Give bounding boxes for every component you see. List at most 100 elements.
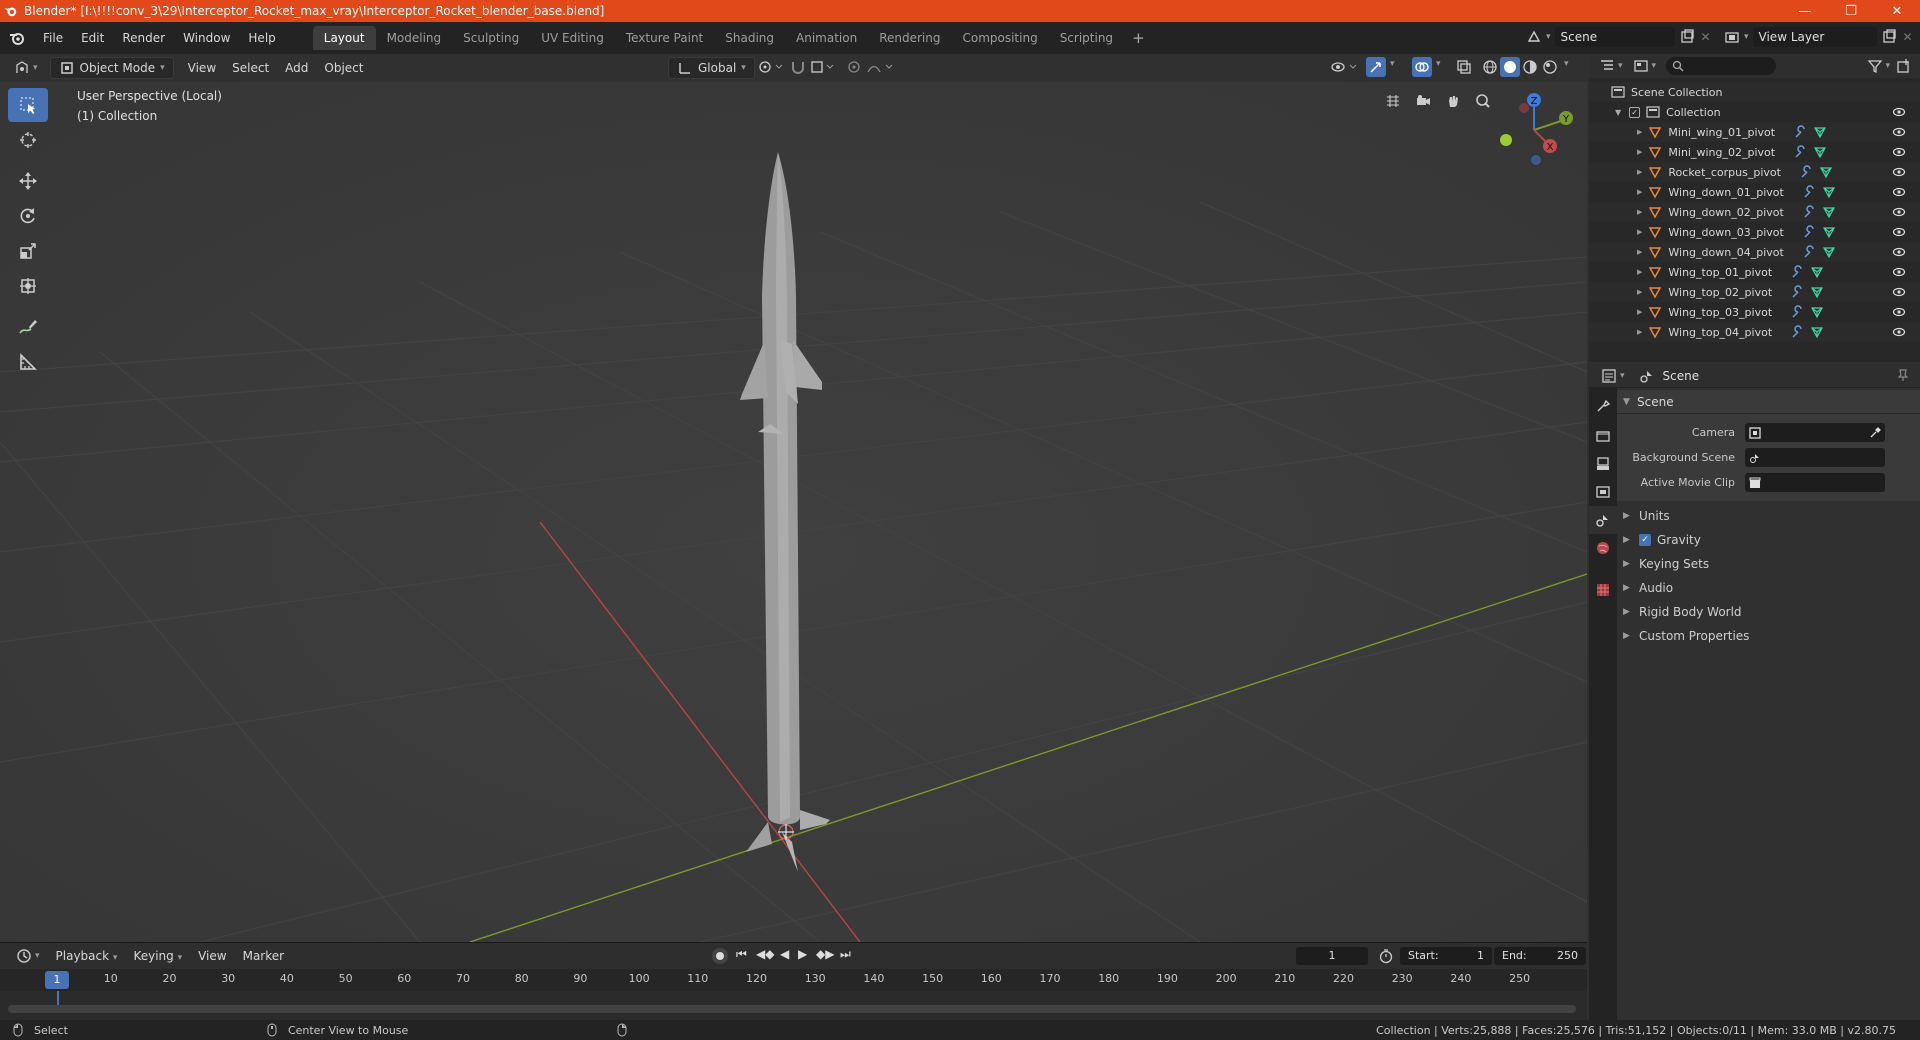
shading-wireframe-icon[interactable] [1482,59,1498,78]
camera-field[interactable] [1745,423,1885,442]
annotate-tool[interactable] [8,310,48,344]
modifier-wrench-icon[interactable] [1799,165,1813,179]
jump-start-icon[interactable]: ⏮ [736,947,747,962]
tab-render-icon[interactable] [1589,422,1617,450]
new-collection-icon[interactable] [1896,58,1912,77]
jump-end-icon[interactable]: ⏭ [840,947,851,962]
units-panel[interactable]: ▶ Units [1617,504,1920,528]
proportional-editing-icon[interactable] [846,59,896,78]
next-keyframe-icon[interactable]: ◆▶ [816,947,834,961]
outliner-item-wing-down-02-pivot[interactable]: ▶ Wing_down_02_pivot [1589,202,1920,222]
menu-timeline-view[interactable]: View [190,945,234,967]
outliner-item-wing-down-03-pivot[interactable]: ▶ Wing_down_03_pivot [1589,222,1920,242]
scale-tool[interactable] [8,234,48,268]
3d-viewport[interactable]: User Perspective (Local) (1) Collection … [0,82,1587,942]
xray-toggle-icon[interactable] [1456,59,1472,78]
eye-icon[interactable] [1892,105,1906,119]
menu-object[interactable]: Object [316,57,371,79]
mesh-data-icon[interactable] [1819,165,1833,179]
timeline-ruler[interactable]: 10 20 30 40 50 60 70 80 90 100 110 120 130 140 150 160 1… [0,969,1587,991]
chevron-down-icon[interactable]: ▼ [1615,108,1621,117]
audio-panel[interactable]: ▶ Audio [1617,576,1920,600]
mesh-data-icon[interactable] [1822,245,1836,259]
outliner-item-wing-down-04-pivot[interactable]: ▶ Wing_down_04_pivot [1589,242,1920,262]
outliner-scene-collection[interactable]: Scene Collection [1589,82,1920,102]
outliner-item-wing-top-01-pivot[interactable]: ▶ Wing_top_01_pivot [1589,262,1920,282]
mesh-data-icon[interactable] [1810,285,1824,299]
eye-icon[interactable] [1892,125,1906,139]
shading-rendered-icon[interactable] [1542,59,1558,78]
tab-tool-icon[interactable] [1589,392,1617,420]
chevron-right-icon[interactable]: ▶ [1637,128,1642,136]
chevron-right-icon[interactable]: ▶ [1637,328,1642,336]
modifier-wrench-icon[interactable] [1790,305,1804,319]
menu-view[interactable]: View [180,57,224,79]
tab-world-icon[interactable] [1589,534,1617,562]
chevron-right-icon[interactable]: ▶ [1637,208,1642,216]
keying-sets-panel[interactable]: ▶ Keying Sets [1617,552,1920,576]
mesh-data-icon[interactable] [1813,145,1827,159]
outliner-editor-type-button[interactable]: ▾ [1599,58,1623,74]
tab-modeling[interactable]: Modeling [376,26,453,50]
close-button[interactable]: ✕ [1874,0,1920,22]
rigid-body-world-panel[interactable]: ▶ Rigid Body World [1617,600,1920,624]
eye-icon[interactable] [1892,265,1906,279]
chevron-right-icon[interactable]: ▶ [1637,248,1642,256]
blender-menu-icon[interactable] [0,30,34,46]
view-layer-name-field[interactable]: View Layer [1752,27,1877,47]
modifier-wrench-icon[interactable] [1802,225,1816,239]
zoom-view-icon[interactable] [1470,88,1496,114]
collection-checkbox[interactable]: ✓ [1629,106,1641,118]
gravity-panel[interactable]: ▶ ✓ Gravity [1617,528,1920,552]
gizmo-toggle-icon[interactable] [1366,57,1386,77]
tab-shading[interactable]: Shading [714,26,785,50]
eye-icon[interactable] [1892,205,1906,219]
tab-scripting[interactable]: Scripting [1049,26,1124,50]
tab-texture-icon[interactable] [1589,576,1617,604]
menu-select[interactable]: Select [224,57,277,79]
tab-animation[interactable]: Animation [785,26,868,50]
navigation-gizmo[interactable]: Z Y X [1494,88,1578,172]
tab-rendering[interactable]: Rendering [868,26,951,50]
outliner-item-rocket-corpus-pivot[interactable]: ▶ Rocket_corpus_pivot [1589,162,1920,182]
editor-type-button[interactable]: ▾ [6,57,46,79]
tab-sculpting[interactable]: Sculpting [452,26,530,50]
timeline-scrollbar[interactable] [8,1005,1576,1013]
shading-solid-icon[interactable] [1500,57,1520,77]
mesh-data-icon[interactable] [1810,305,1824,319]
camera-view-icon[interactable] [1410,88,1436,114]
modifier-wrench-icon[interactable] [1802,245,1816,259]
current-frame-field[interactable]: 1 [1296,947,1368,965]
display-mode-button[interactable]: ▾ [1633,58,1656,74]
outliner-item-wing-top-02-pivot[interactable]: ▶ Wing_top_02_pivot [1589,282,1920,302]
active-movie-clip-field[interactable] [1745,473,1885,492]
outliner-collection[interactable]: ▼ ✓ Collection [1589,102,1920,122]
menu-keying[interactable]: Keying ▾ [125,945,190,967]
start-frame-field[interactable]: Start: 1 [1400,947,1492,965]
add-workspace-button[interactable]: + [1124,29,1153,47]
tab-view-layer-icon[interactable] [1589,478,1617,506]
modifier-wrench-icon[interactable] [1793,145,1807,159]
background-scene-field[interactable] [1745,448,1885,467]
pin-icon[interactable] [1896,368,1910,385]
tab-uv-editing[interactable]: UV Editing [530,26,615,50]
menu-file[interactable]: File [34,22,72,54]
stopwatch-icon[interactable] [1378,948,1394,967]
tab-scene-icon[interactable] [1589,506,1617,534]
transform-tool[interactable] [8,269,48,303]
mesh-data-icon[interactable] [1822,185,1836,199]
chevron-right-icon[interactable]: ▶ [1637,288,1642,296]
scene-panel-header[interactable]: ▼ Scene [1617,390,1920,414]
prev-keyframe-icon[interactable]: ◀◆ [756,947,774,961]
pivot-point-icon[interactable] [758,59,784,78]
mesh-data-icon[interactable] [1822,205,1836,219]
end-frame-field[interactable]: End: 250 [1494,947,1586,965]
properties-editor-type-button[interactable]: ▾ [1601,368,1625,384]
remove-view-layer-icon[interactable]: ✕ [1903,30,1913,44]
outliner-item-mini-wing-02-pivot[interactable]: ▶ Mini_wing_02_pivot [1589,142,1920,162]
modifier-wrench-icon[interactable] [1790,265,1804,279]
eye-icon[interactable] [1892,185,1906,199]
eye-icon[interactable] [1892,305,1906,319]
menu-playback[interactable]: Playback ▾ [48,945,126,967]
menu-edit[interactable]: Edit [72,22,113,54]
